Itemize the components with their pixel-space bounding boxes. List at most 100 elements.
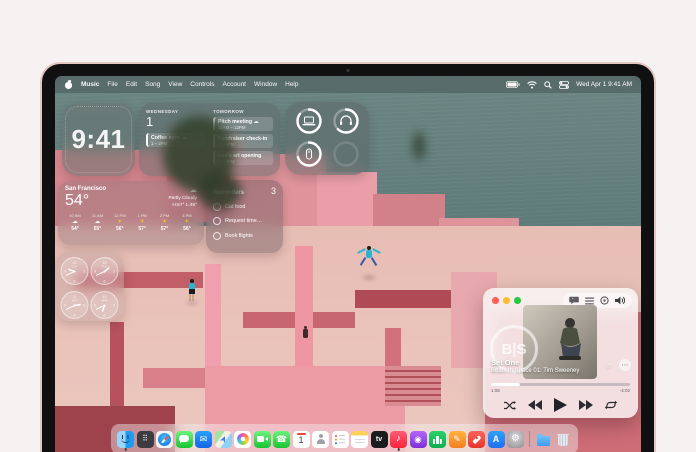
menu-bar-status: Wed Apr 1 9:41 AM [506, 80, 641, 89]
dock-separator [529, 431, 530, 447]
menu-bar: Music File Edit Song View Controls Account Wind… [55, 76, 641, 93]
dock-icon-messages[interactable] [175, 430, 193, 448]
dock-icon-mail[interactable]: ✉ [195, 430, 212, 448]
dock-icon-tv[interactable]: tv [370, 430, 388, 448]
menu-bar-clock[interactable]: Wed Apr 1 9:41 AM [576, 81, 632, 88]
world-clock-par[interactable]: 12 PAR 3 6 9 [90, 290, 119, 324]
reminders-count: 3 [270, 186, 276, 196]
person-jumping [356, 246, 382, 279]
menu-bar-left: Music File Edit Song View Controls Account Wind… [55, 81, 299, 89]
dock-icon-trash[interactable] [555, 431, 572, 448]
dock-icon-music[interactable]: ♪ [390, 430, 407, 451]
more-button[interactable]: ⋯ [619, 359, 631, 371]
settings-glyph: ⚙ [511, 433, 520, 444]
batteries-widget[interactable] [285, 102, 369, 175]
dock-icon-reminders[interactable] [331, 430, 349, 448]
lyrics-icon[interactable]: “ [569, 296, 579, 305]
svg-text:12: 12 [72, 295, 76, 299]
checkbox-circle[interactable] [213, 231, 221, 240]
apple-menu-icon[interactable] [65, 81, 73, 89]
dock-icon-safari[interactable] [156, 430, 173, 448]
window-controls [492, 297, 521, 304]
shuffle-button[interactable] [504, 400, 516, 410]
dock-icon-phone[interactable]: ☎ [273, 430, 290, 448]
search-icon[interactable] [544, 80, 552, 89]
dock-icon-podcasts[interactable]: ◉ [409, 430, 427, 448]
svg-text:SYD: SYD [71, 298, 77, 302]
world-clock-cup[interactable]: 12 CUP 3 6 9 [60, 256, 89, 290]
queue-icon[interactable] [585, 297, 594, 305]
track-title: Set One [491, 358, 520, 367]
world-clock-tok[interactable]: 12 TOK 3 6 9 [90, 256, 119, 290]
star-icon[interactable]: ☆ [605, 361, 612, 370]
music-glyph: ♪ [396, 433, 401, 445]
mail-glyph: ✉ [199, 433, 208, 444]
dock-icon-notes[interactable] [351, 430, 368, 448]
menu-controls[interactable]: Controls [190, 81, 214, 88]
dock-icon-facetime[interactable] [253, 430, 271, 448]
svg-text:12: 12 [103, 261, 107, 265]
clock-widget[interactable]: 9:41 [62, 103, 135, 176]
menu-file[interactable]: File [107, 81, 117, 88]
reminder-item[interactable]: Request time… [213, 217, 276, 225]
calendar-glyph: 1 [298, 435, 304, 445]
wifi-icon[interactable] [527, 80, 537, 89]
zoom-button[interactable] [514, 297, 521, 304]
svg-text:6: 6 [73, 279, 75, 283]
checkbox-circle[interactable] [213, 217, 221, 225]
phone-glyph: ☎ [275, 433, 288, 444]
world-clock-widget[interactable]: 12 CUP 3 6 9 12 TOK 3 6 9 12 SYD 3 6 9 12 PAR 3 6 9 [55, 252, 124, 321]
dock-icon-photos[interactable] [234, 430, 251, 448]
dock-icon-maps[interactable] [214, 430, 232, 448]
dock-icon-folder[interactable] [535, 431, 552, 448]
dock-icon-calendar[interactable]: 1 [292, 430, 310, 448]
volume-icon[interactable] [615, 296, 626, 305]
battery-icon[interactable] [506, 81, 520, 88]
progress-bar[interactable] [491, 383, 630, 386]
battery-ring-laptop[interactable] [294, 107, 324, 140]
stairs [385, 366, 441, 406]
menu-help[interactable]: Help [285, 81, 298, 88]
album-art-figure [559, 318, 581, 360]
repeat-button[interactable] [605, 400, 617, 410]
menu-edit[interactable]: Edit [126, 81, 137, 88]
dock-icon-appstore[interactable]: A [487, 430, 505, 448]
menu-window[interactable]: Window [254, 81, 277, 88]
world-clock-syd[interactable]: 12 SYD 3 6 9 [60, 290, 89, 324]
dock-icon-contacts[interactable] [312, 430, 329, 448]
menu-song[interactable]: Song [145, 81, 160, 88]
battery-ring-empty[interactable] [331, 140, 361, 173]
svg-text:3: 3 [83, 304, 85, 308]
next-button[interactable] [579, 400, 593, 410]
reminder-label: Book flights [225, 232, 253, 239]
dock-icon-settings[interactable]: ⚙ [507, 430, 524, 448]
weather-hour: 10 AM ☁ 54° [65, 213, 85, 232]
minimize-button[interactable] [503, 297, 510, 304]
menu-view[interactable]: View [168, 81, 182, 88]
radio-icon[interactable] [600, 296, 609, 305]
dock-icon-rocket[interactable] [468, 430, 485, 448]
svg-text:6: 6 [73, 313, 75, 317]
track-subtitle: Beats In Space 01: Tim Sweeney [491, 368, 580, 374]
dock-icon-finder[interactable] [117, 430, 134, 451]
previous-button[interactable] [528, 400, 542, 410]
dock-icon-pages[interactable]: ✎ [448, 430, 466, 448]
person-small [301, 326, 309, 339]
dock-icon-numbers[interactable] [429, 430, 446, 448]
weather-hour: 12 PM ☀ 56° [110, 213, 130, 232]
close-button[interactable] [492, 297, 499, 304]
battery-ring-headphones[interactable] [331, 107, 361, 140]
dock-icon-launchpad[interactable]: ⠿ [136, 430, 154, 448]
music-mini-player: “ B|S Set One Beats In Space 01: Tim Swe… [483, 288, 638, 418]
play-button[interactable] [554, 398, 567, 412]
menu-account[interactable]: Account [223, 81, 247, 88]
control-center-icon[interactable] [559, 80, 570, 89]
battery-ring-mouse[interactable] [294, 140, 324, 173]
svg-text:3: 3 [113, 304, 115, 308]
menu-music[interactable]: Music [81, 81, 99, 88]
tree [413, 132, 425, 160]
bush [197, 172, 241, 210]
reminder-item[interactable]: Book flights [213, 231, 276, 240]
weather-widget[interactable]: San Francisco ☁ 54° Partly Cloudy H:57° … [58, 181, 204, 245]
svg-text:12: 12 [103, 295, 107, 299]
